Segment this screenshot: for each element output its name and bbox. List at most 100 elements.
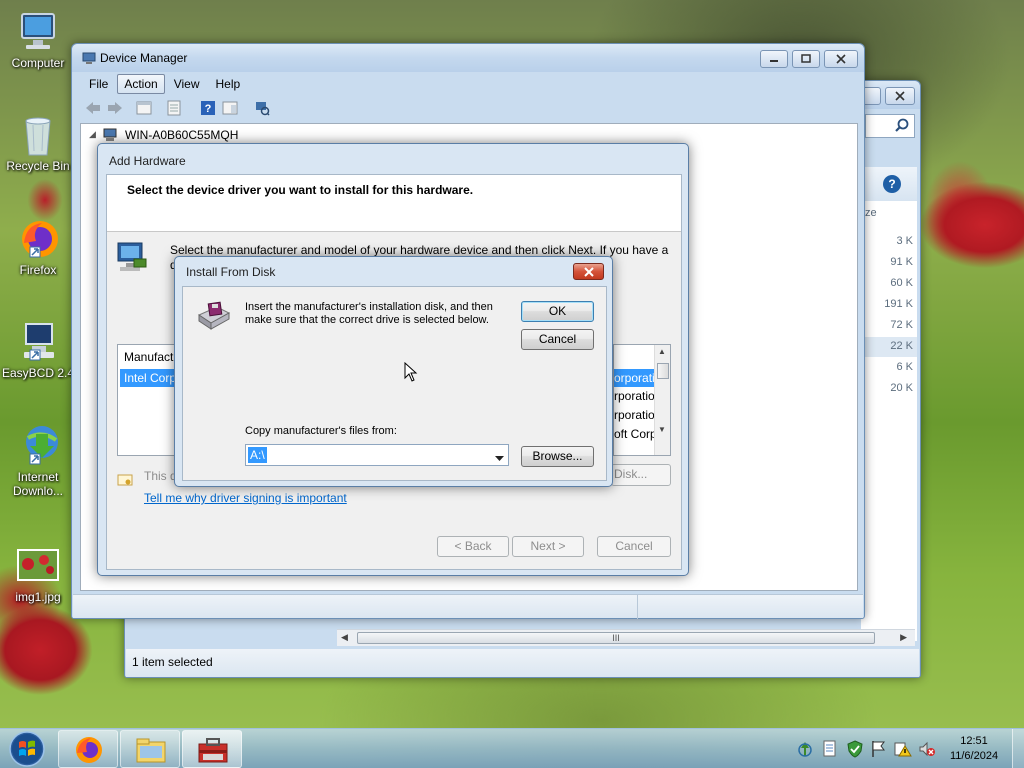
model-list-scrollbar[interactable]: ▲ ▼ bbox=[654, 345, 670, 455]
install-message-line1: Insert the manufacturer's installation d… bbox=[245, 301, 493, 313]
chevron-down-icon[interactable] bbox=[495, 451, 504, 465]
show-desktop-button[interactable] bbox=[1012, 729, 1024, 768]
file-size: 72 K bbox=[890, 319, 913, 331]
folder-icon bbox=[136, 738, 166, 763]
cancel-button[interactable]: Cancel bbox=[597, 536, 671, 557]
security-shield-icon[interactable] bbox=[846, 740, 864, 761]
model-list-item[interactable]: oft Corp bbox=[614, 427, 657, 441]
install-from-disk-dialog[interactable]: Install From Disk Insert the manufacture… bbox=[174, 256, 613, 487]
search-icon bbox=[894, 118, 910, 137]
ok-button[interactable]: OK bbox=[521, 301, 594, 322]
hardware-monitor-icon bbox=[116, 241, 148, 278]
explorer-close-button[interactable] bbox=[885, 87, 915, 105]
taskbar-firefox-button[interactable] bbox=[58, 730, 118, 768]
model-list-item[interactable]: orporati bbox=[614, 369, 655, 387]
network-icon[interactable] bbox=[796, 740, 814, 761]
next-button[interactable]: Next > bbox=[512, 536, 584, 557]
cancel-button[interactable]: Cancel bbox=[521, 329, 594, 350]
taskbar: 12:51 11/6/2024 bbox=[0, 728, 1024, 768]
size-column-header[interactable]: ze bbox=[865, 207, 877, 219]
warning-icon[interactable] bbox=[894, 740, 912, 761]
computer-icon bbox=[16, 10, 60, 54]
floppy-disk-icon bbox=[195, 301, 231, 334]
explorer-search-input[interactable] bbox=[865, 114, 915, 138]
maximize-button[interactable] bbox=[792, 50, 820, 68]
desktop-icon-internet-download-manager[interactable]: Internet Downlo... bbox=[0, 424, 76, 498]
copy-from-label: Copy manufacturer's files from: bbox=[245, 425, 397, 437]
device-manager-icon bbox=[82, 51, 96, 68]
have-disk-button[interactable]: Disk... bbox=[611, 464, 671, 486]
source-path-combobox[interactable]: A:\ bbox=[245, 444, 509, 466]
system-clock[interactable]: 12:51 11/6/2024 bbox=[944, 734, 1004, 764]
close-button[interactable] bbox=[824, 50, 858, 68]
model-list[interactable]: orporati rporation rporatio oft Corp ▲ ▼ bbox=[613, 344, 671, 456]
clock-time: 12:51 bbox=[960, 735, 988, 747]
properties-icon[interactable] bbox=[166, 100, 182, 119]
back-button[interactable]: < Back bbox=[437, 536, 509, 557]
taskbar-explorer-button[interactable] bbox=[120, 730, 180, 768]
source-path-value[interactable]: A:\ bbox=[248, 447, 267, 463]
desktop-icon-label: img1.jpg bbox=[15, 590, 61, 604]
driver-signing-text: This d bbox=[144, 469, 177, 483]
desktop-icon-recycle-bin[interactable]: Recycle Bin bbox=[0, 113, 76, 173]
manufacturer-list-header: Manufact bbox=[124, 350, 174, 364]
show-hide-tree-icon[interactable] bbox=[136, 100, 152, 119]
easybcd-icon bbox=[16, 320, 60, 364]
scroll-left-arrow-icon[interactable]: ◀ bbox=[341, 632, 348, 643]
menu-bar: File Action View Help bbox=[82, 74, 249, 94]
window-title: Device Manager bbox=[100, 51, 188, 65]
device-manager-title-bar[interactable]: Device Manager bbox=[72, 44, 864, 72]
expand-arrow-icon[interactable]: ◢ bbox=[89, 129, 96, 140]
menu-view[interactable]: View bbox=[167, 74, 207, 94]
scan-hardware-icon[interactable] bbox=[254, 100, 270, 119]
taskbar-device-manager-button[interactable] bbox=[182, 730, 242, 768]
browse-button[interactable]: Browse... bbox=[521, 446, 594, 467]
manufacturer-list[interactable]: Manufact Intel Corp bbox=[117, 344, 178, 456]
document-icon[interactable] bbox=[822, 740, 838, 761]
driver-signing-link[interactable]: Tell me why driver signing is important bbox=[144, 491, 347, 505]
explorer-file-list[interactable]: ze 3 K 91 K 60 K 191 K 72 K 22 K 6 K 20 … bbox=[861, 201, 917, 641]
minimize-button[interactable] bbox=[760, 50, 788, 68]
menu-action[interactable]: Action bbox=[117, 74, 165, 94]
toolbar: ? bbox=[80, 98, 280, 120]
action-pane-icon[interactable] bbox=[222, 100, 238, 119]
tree-root-label[interactable]: WIN-A0B60C55MQH bbox=[125, 128, 238, 142]
action-center-flag-icon[interactable] bbox=[870, 740, 886, 761]
volume-muted-icon[interactable] bbox=[918, 740, 936, 761]
menu-help[interactable]: Help bbox=[209, 74, 248, 94]
explorer-status-bar: 1 item selected bbox=[126, 649, 919, 677]
model-list-item[interactable]: rporatio bbox=[614, 408, 655, 422]
file-size: 60 K bbox=[890, 277, 913, 289]
desktop-icon-firefox[interactable]: Firefox bbox=[0, 217, 76, 277]
close-button[interactable] bbox=[573, 263, 604, 280]
manufacturer-selected-item[interactable]: Intel Corp bbox=[120, 369, 178, 387]
mouse-cursor-icon bbox=[404, 361, 418, 385]
desktop-icon-label: Computer bbox=[11, 56, 65, 70]
explorer-horizontal-scrollbar[interactable]: ◀ III ▶ bbox=[337, 629, 915, 646]
scroll-down-arrow-icon[interactable]: ▼ bbox=[658, 425, 666, 434]
help-icon[interactable]: ? bbox=[200, 100, 216, 119]
wizard-heading: Select the device driver you want to ins… bbox=[127, 183, 474, 197]
internet-download-manager-icon bbox=[16, 424, 60, 468]
scroll-thumb[interactable]: III bbox=[357, 632, 875, 644]
scroll-thumb[interactable] bbox=[657, 363, 669, 379]
start-button[interactable] bbox=[4, 730, 50, 768]
desktop-icon-label: EasyBCD 2.4 bbox=[1, 366, 75, 380]
desktop-icon-easybcd[interactable]: EasyBCD 2.4 bbox=[0, 320, 76, 380]
scroll-up-arrow-icon[interactable]: ▲ bbox=[658, 347, 666, 356]
recycle-bin-icon bbox=[16, 113, 60, 157]
wizard-header: Select the device driver you want to ins… bbox=[107, 175, 681, 232]
desktop-icon-computer[interactable]: Computer bbox=[0, 10, 76, 70]
certificate-icon bbox=[117, 472, 133, 491]
install-message-line2: make sure that the correct drive is sele… bbox=[245, 314, 489, 326]
back-arrow-icon[interactable] bbox=[84, 100, 102, 119]
dialog-title: Install From Disk bbox=[186, 265, 276, 279]
menu-file[interactable]: File bbox=[82, 74, 115, 94]
forward-arrow-icon[interactable] bbox=[106, 100, 124, 119]
explorer-command-bar: ? bbox=[861, 167, 917, 201]
help-icon[interactable]: ? bbox=[883, 175, 901, 193]
desktop-icon-label: Internet Downlo... bbox=[12, 470, 64, 498]
wizard-instruction: Select the manufacturer and model of you… bbox=[170, 243, 669, 257]
desktop-icon-img1[interactable]: img1.jpg bbox=[0, 544, 76, 604]
scroll-right-arrow-icon[interactable]: ▶ bbox=[900, 632, 907, 643]
